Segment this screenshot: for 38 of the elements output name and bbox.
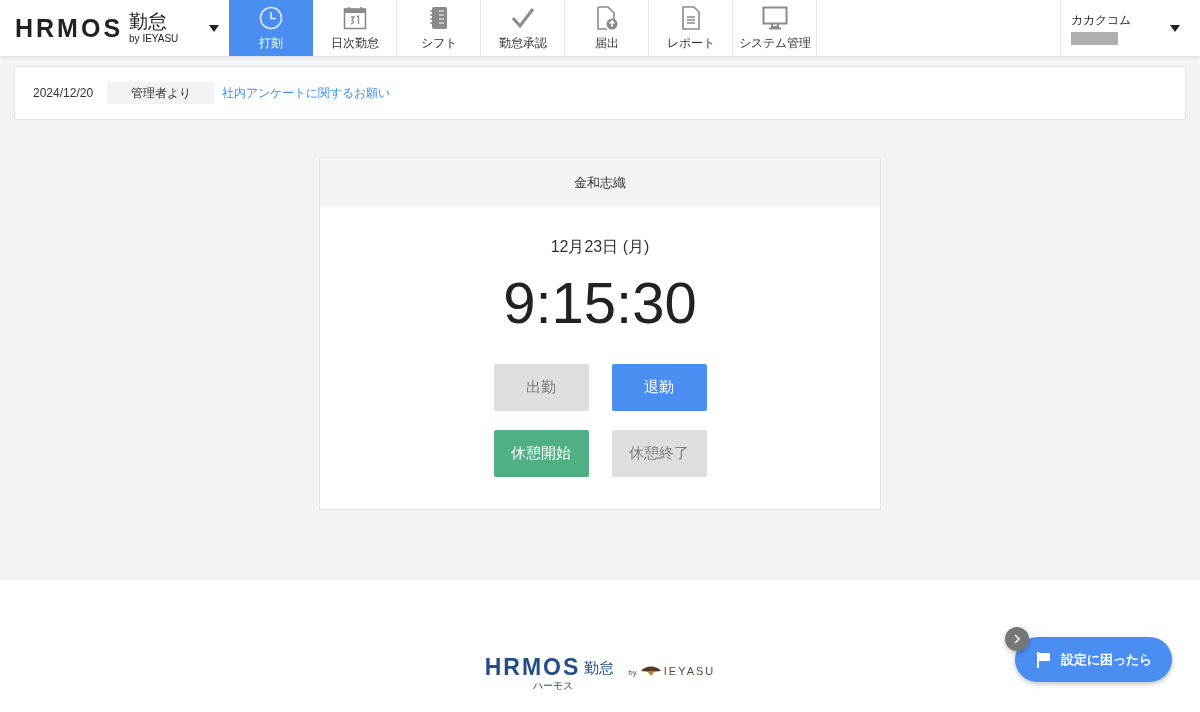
document-icon [680, 6, 701, 30]
monitor-icon [761, 6, 788, 30]
document-upload-icon [595, 6, 618, 30]
chevron-right-icon [1013, 634, 1021, 644]
fan-icon [640, 665, 661, 677]
notice-sender: 管理者より [107, 82, 215, 104]
punch-button[interactable]: 退勤 [611, 364, 707, 411]
clock-icon [258, 6, 283, 30]
caret-icon[interactable] [209, 24, 219, 32]
footer-by: by [628, 668, 637, 677]
nav-tab[interactable]: レポート [649, 0, 733, 56]
clock-time: 9:15:30 [503, 269, 697, 336]
clock-date: 12月23日 (月) [550, 237, 650, 257]
notebook-icon [428, 6, 449, 30]
nav-tab[interactable]: 勤怠承認 [481, 0, 565, 56]
brand-logo: HRMOS [15, 13, 124, 43]
nav-tab[interactable]: シフト [397, 0, 481, 56]
punch-button[interactable]: 休憩開始 [493, 430, 589, 477]
notice-date: 2024/12/20 [33, 86, 94, 100]
footer-reading: ハーモス [532, 679, 573, 693]
byline: by IEYASU [129, 34, 179, 44]
nav-tab[interactable]: 打刻 [229, 0, 313, 56]
nav-tab[interactable]: システム管理 [733, 0, 817, 56]
company-name: カカクコム [1071, 11, 1132, 29]
product-name: 勤怠 [129, 12, 169, 31]
flag-icon [1037, 651, 1051, 668]
redacted-user-name [1071, 31, 1118, 45]
nav-tab[interactable]: 日次勤怠 [313, 0, 397, 56]
employee-name: 金和志織 [320, 158, 880, 207]
caret-icon[interactable] [1170, 24, 1180, 32]
calendar-icon [342, 6, 367, 30]
footer-logo: HRMOS [484, 656, 581, 679]
footer-partner: IEYASU [663, 665, 716, 677]
notice-link[interactable]: 社内アンケートに関するお願い [222, 84, 391, 102]
help-button[interactable]: 設定に困ったら [1015, 637, 1172, 682]
checkmark-icon [510, 7, 535, 29]
nav-tab[interactable]: 届出 [565, 0, 649, 56]
footer-product: 勤怠 [584, 659, 615, 678]
